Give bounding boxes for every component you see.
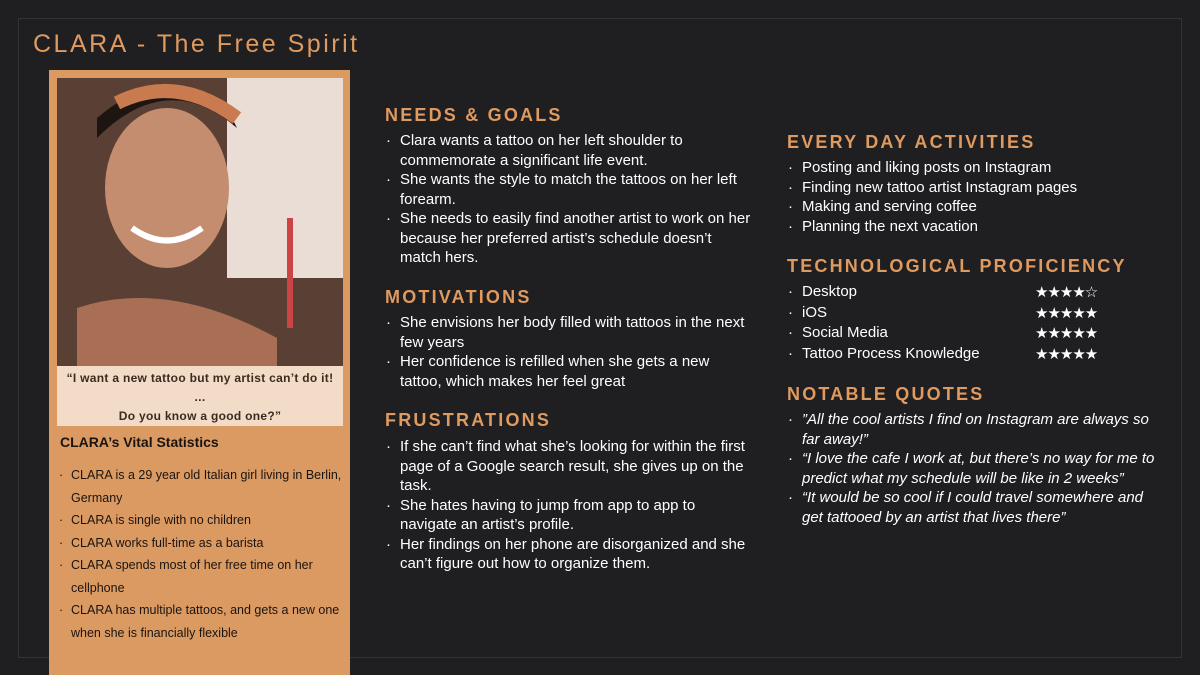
notable-quotes-heading: NOTABLE QUOTES — [787, 384, 985, 404]
list-item: CLARA has multiple tattoos, and gets a n… — [57, 599, 347, 644]
star-rating: ★★★★★ — [1035, 344, 1098, 363]
quote-line: Do you know a good one?” — [118, 409, 282, 423]
persona-photo — [57, 78, 343, 366]
tech-item-social-media: Social Media ★★★★★ — [787, 323, 1107, 344]
list-item: ”All the cool artists I find on Instagra… — [787, 410, 1157, 449]
list-item: She hates having to jump from app to app… — [385, 496, 755, 535]
list-item: She envisions her body filled with tatto… — [385, 313, 755, 352]
tech-proficiency-heading: TECHNOLOGICAL PROFICIENCY — [787, 256, 1127, 276]
list-item: Posting and liking posts on Instagram — [787, 158, 1147, 178]
activities-list: Posting and liking posts on Instagram Fi… — [787, 158, 1147, 236]
tech-label: iOS — [802, 303, 828, 321]
activities-heading: EVERY DAY ACTIVITIES — [787, 132, 1036, 152]
list-item: Planning the next vacation — [787, 217, 1147, 237]
list-item: Making and serving coffee — [787, 197, 1147, 217]
tech-label: Tattoo Process Knowledge — [802, 344, 980, 362]
list-item: Clara wants a tattoo on her left shoulde… — [385, 131, 755, 170]
needs-goals-list: Clara wants a tattoo on her left shoulde… — [385, 131, 755, 268]
tech-label: Social Media — [802, 324, 888, 341]
notable-quotes-list: ”All the cool artists I find on Instagra… — [787, 410, 1157, 527]
needs-goals-heading: NEEDS & GOALS — [385, 105, 563, 125]
list-item: She wants the style to match the tattoos… — [385, 170, 755, 209]
motivations-list: She envisions her body filled with tatto… — [385, 313, 755, 391]
list-item: Finding new tattoo artist Instagram page… — [787, 178, 1147, 198]
vital-statistics-list: CLARA is a 29 year old Italian girl livi… — [57, 464, 347, 644]
vital-statistics-title: CLARA’s Vital Statistics — [60, 434, 219, 450]
star-rating: ★★★★★ — [1035, 324, 1098, 342]
tech-item-tattoo-process: Tattoo Process Knowledge ★★★★★ — [787, 344, 1107, 365]
quote-line: “I want a new tattoo but my artist can’t… — [66, 371, 334, 385]
list-item: CLARA works full-time as a barista — [57, 532, 347, 555]
persona-panel: “I want a new tattoo but my artist can’t… — [49, 70, 350, 675]
tech-label: Desktop — [802, 283, 858, 300]
list-item: CLARA is a 29 year old Italian girl livi… — [57, 464, 347, 509]
page-title: CLARA - The Free Spirit — [33, 30, 360, 58]
tech-item-ios: iOS ★★★★★ — [787, 303, 1107, 324]
persona-photo-illustration — [57, 78, 343, 366]
persona-quote: “I want a new tattoo but my artist can’t… — [57, 366, 343, 426]
list-item: If she can’t find what she’s looking for… — [385, 437, 755, 496]
list-item: CLARA spends most of her free time on he… — [57, 554, 347, 599]
list-item: Her confidence is refilled when she gets… — [385, 352, 755, 391]
list-item: “It would be so cool if I could travel s… — [787, 488, 1157, 527]
list-item: CLARA is single with no children — [57, 509, 347, 532]
list-item: She needs to easily find another artist … — [385, 209, 755, 268]
star-rating: ★★★★★ — [1035, 303, 1098, 322]
frustrations-list: If she can’t find what she’s looking for… — [385, 437, 755, 574]
frustrations-heading: FRUSTRATIONS — [385, 410, 552, 430]
tech-proficiency-list: Desktop★★★★☆ iOS★★★★★ Social Media★★★★★ … — [787, 282, 1107, 364]
quote-line: ... — [194, 390, 206, 404]
list-item: Her findings on her phone are disorganiz… — [385, 535, 755, 574]
star-rating: ★★★★☆ — [1035, 283, 1098, 301]
motivations-heading: MOTIVATIONS — [385, 287, 532, 307]
tech-item-desktop: Desktop ★★★★☆ — [787, 282, 1107, 303]
list-item: “I love the cafe I work at, but there’s … — [787, 449, 1157, 488]
